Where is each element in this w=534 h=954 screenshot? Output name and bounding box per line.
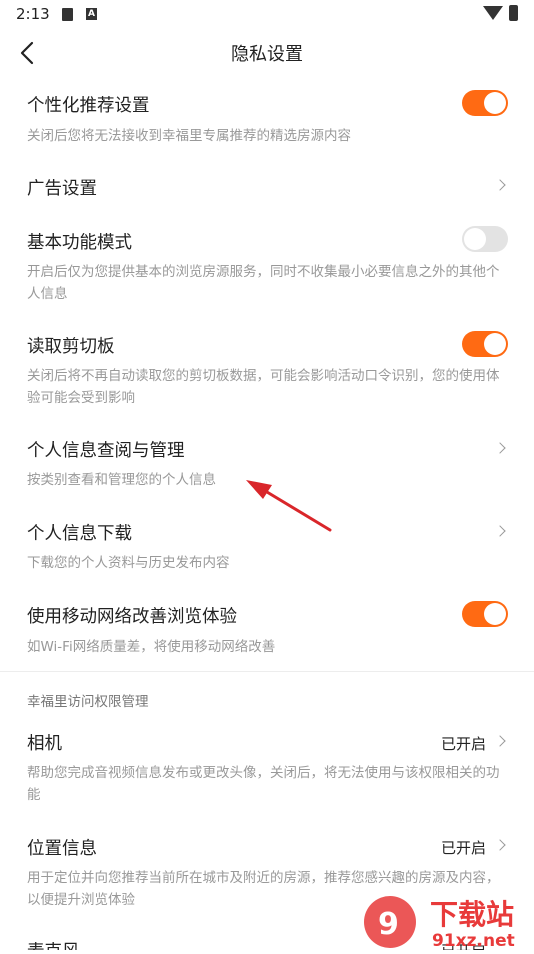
basic-mode-toggle[interactable] bbox=[462, 226, 508, 252]
clipboard-toggle[interactable] bbox=[462, 331, 508, 357]
setting-clipboard: 读取剪切板 关闭后将不再自动读取您的剪切板数据，可能会影响活动口令识别，您的使用… bbox=[0, 326, 534, 416]
setting-label: 读取剪切板 bbox=[27, 337, 115, 357]
permission-label: 位置信息 bbox=[27, 839, 97, 859]
watermark-emblem: 9 下载站 91xz.net bbox=[364, 896, 515, 951]
permissions-section-title: 幸福里访问权限管理 bbox=[27, 694, 149, 710]
mobile-network-toggle[interactable] bbox=[462, 601, 508, 627]
setting-description: 关闭后您将无法接收到幸福里专属推荐的精选房源内容 bbox=[27, 128, 351, 144]
section-divider bbox=[0, 671, 534, 672]
status-bar: 2:13 A bbox=[0, 0, 534, 28]
sim-card-icon bbox=[62, 8, 73, 21]
setting-label: 个人信息查阅与管理 bbox=[27, 441, 185, 461]
page-title: 隐私设置 bbox=[231, 44, 303, 65]
title-bar: 隐私设置 bbox=[0, 28, 534, 78]
setting-personalized-recommendation: 个性化推荐设置 关闭后您将无法接收到幸福里专属推荐的精选房源内容 bbox=[0, 85, 534, 155]
setting-label: 个性化推荐设置 bbox=[27, 96, 150, 116]
setting-description: 按类别查看和管理您的个人信息 bbox=[27, 472, 216, 488]
setting-mobile-network: 使用移动网络改善浏览体验 如Wi-Fi网络质量差，将使用移动网络改善 bbox=[0, 597, 534, 663]
setting-basic-mode: 基本功能模式 开启后仅为您提供基本的浏览房源服务，同时不收集最小必要信息之外的其… bbox=[0, 222, 534, 310]
toggle-knob bbox=[464, 228, 486, 250]
svg-text:9: 9 bbox=[378, 907, 399, 942]
setting-personal-info-manage[interactable]: 个人信息查阅与管理 按类别查看和管理您的个人信息 bbox=[0, 430, 534, 496]
setting-description: 如Wi-Fi网络质量差，将使用移动网络改善 bbox=[27, 639, 276, 655]
setting-label: 基本功能模式 bbox=[27, 233, 132, 253]
permission-status: 已开启 bbox=[440, 735, 486, 753]
status-time: 2:13 bbox=[16, 5, 50, 23]
setting-description: 关闭后将不再自动读取您的剪切板数据，可能会影响活动口令识别，您的使用体验可能会受… bbox=[27, 368, 500, 406]
chevron-right-icon bbox=[494, 179, 506, 191]
watermark-url: 91xz.net bbox=[432, 931, 515, 950]
permission-label: 麦克风 bbox=[27, 938, 80, 950]
chevron-right-icon bbox=[494, 839, 506, 851]
toggle-knob bbox=[484, 603, 506, 625]
setting-label: 个人信息下载 bbox=[27, 524, 132, 544]
personalized-recommendation-toggle[interactable] bbox=[462, 90, 508, 116]
wifi-icon bbox=[483, 6, 503, 20]
permission-status: 已开启 bbox=[440, 839, 486, 857]
setting-description: 开启后仅为您提供基本的浏览房源服务，同时不收集最小必要信息之外的其他个人信息 bbox=[27, 264, 500, 302]
watermark-logo: 9 下载站 91xz.net bbox=[360, 888, 534, 951]
setting-label: 使用移动网络改善浏览体验 bbox=[27, 607, 237, 627]
setting-ad[interactable]: 广告设置 bbox=[0, 165, 534, 209]
permission-label: 相机 bbox=[27, 734, 62, 754]
permission-description: 帮助您完成音视频信息发布或更改头像，关闭后，将无法使用与该权限相关的功能 bbox=[27, 765, 500, 803]
toggle-knob bbox=[484, 92, 506, 114]
setting-label: 广告设置 bbox=[27, 179, 97, 199]
chevron-right-icon bbox=[494, 442, 506, 454]
setting-description: 下载您的个人资料与历史发布内容 bbox=[27, 555, 230, 571]
toggle-knob bbox=[484, 333, 506, 355]
setting-personal-info-download[interactable]: 个人信息下载 下载您的个人资料与历史发布内容 bbox=[0, 513, 534, 579]
battery-icon bbox=[509, 5, 518, 21]
chevron-right-icon bbox=[494, 525, 506, 537]
permission-camera[interactable]: 相机 已开启 帮助您完成音视频信息发布或更改头像，关闭后，将无法使用与该权限相关… bbox=[0, 724, 534, 810]
chevron-right-icon bbox=[494, 735, 506, 747]
watermark-title: 下载站 bbox=[430, 898, 514, 931]
a-notification-icon: A bbox=[86, 8, 97, 20]
